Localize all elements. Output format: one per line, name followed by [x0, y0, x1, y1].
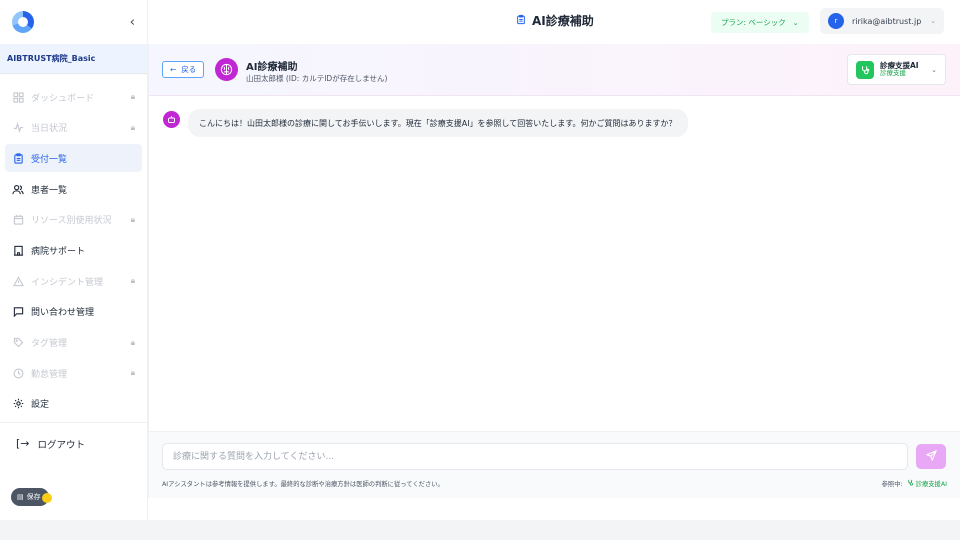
clipboard-icon [12, 152, 24, 164]
app-logo [12, 11, 34, 33]
assistant-message: こんにちは！山田太郎様の診療に関してお手伝いします。現在「診療支援AI」を参照し… [188, 109, 688, 137]
sidebar-item-label: 病院サポート [31, 246, 86, 257]
sidebar-item-label: 受付一覧 [31, 154, 68, 165]
chevron-down-icon: ⌄ [931, 65, 937, 74]
chevron-down-icon: ⌄ [930, 17, 936, 25]
lock-icon: 🔒︎ [130, 122, 135, 132]
bot-icon [163, 111, 180, 128]
logout-button[interactable]: [→ ログアウト [0, 431, 147, 457]
logo-row: ‹ [0, 0, 147, 44]
sidebar-item-label: タグ管理 [31, 339, 68, 349]
plan-label: プラン: ベーシック [721, 18, 786, 27]
avatar: r [828, 13, 844, 29]
chat-title: AI診療補助 [246, 62, 298, 73]
page-title: AI診療補助 [516, 12, 594, 29]
activity-icon [12, 122, 24, 134]
clock-icon [12, 367, 24, 379]
chevron-down-icon: ⌄ [792, 18, 799, 27]
sidebar-item-settings[interactable]: 設定 [5, 390, 142, 418]
lock-icon: 🔒︎ [130, 214, 135, 224]
composer: AIアシスタントは参考情報を提供します。最終的な診断や治療方針は医師の判断に従っ… [149, 431, 960, 498]
chevron-left-icon[interactable]: ‹ [130, 15, 135, 30]
sidebar-item-hospital-support[interactable]: 病院サポート [5, 236, 142, 264]
warning-icon [12, 275, 24, 287]
lock-icon: 🔒︎ [130, 92, 135, 101]
status-dot [42, 493, 52, 503]
message-icon [12, 306, 24, 318]
users-icon [12, 183, 24, 195]
tag-icon [12, 337, 24, 349]
sidebar-item-incident-management[interactable]: インシデント管理 🔒︎ [5, 267, 142, 295]
document-icon: ▤ [17, 493, 24, 501]
back-button[interactable]: ← 戻る [162, 61, 205, 78]
hospital-name: AIBTRUST病院_Basic [0, 44, 147, 74]
reference-name: 診療支援AI [915, 481, 947, 488]
clipboard-icon [516, 14, 526, 28]
chat-subtitle: 山田太郎様 (ID: カルテIDが存在しません) [246, 74, 388, 83]
model-text: 診療支援AI 診療支援 [880, 61, 919, 78]
sidebar-item-label: リソース別使用状況 [31, 216, 112, 227]
top-header: AI診療補助 プラン: ベーシック ⌄ r ririka@aibtrust.jp… [148, 0, 960, 44]
chat-header: ← 戻る AI診療補助 山田太郎様 (ID: カルテIDが存在しません) 診療支… [149, 44, 960, 96]
sidebar-item-tag-management[interactable]: タグ管理 🔒︎ [5, 329, 142, 357]
lock-icon: 🔒︎ [130, 368, 135, 378]
pending-label: 保存 [26, 493, 41, 501]
building-icon [12, 244, 24, 256]
calendar-icon [12, 214, 24, 226]
pending-badge[interactable]: ▤ 保存 [11, 488, 52, 506]
message-list: こんにちは！山田太郎様の診療に関してお手伝いします。現在「診療支援AI」を参照し… [149, 96, 960, 430]
sidebar-item-label: 当日状況 [31, 124, 68, 135]
user-email: ririka@aibtrust.jp [852, 16, 922, 26]
sidebar-item-attendance-management[interactable]: 勤怠管理 🔒︎ [5, 359, 142, 387]
sidebar-nav: ダッシュボード 🔒︎ 当日状況 🔒︎ 受付一覧 患者一覧 リソース別使用状況 🔒… [0, 74, 147, 418]
sidebar-item-resource-usage[interactable]: リソース別使用状況 🔒︎ [5, 206, 142, 234]
sidebar-item-reception-list[interactable]: 受付一覧 [5, 144, 142, 173]
sidebar-divider [0, 421, 147, 423]
sidebar-item-today-status[interactable]: 当日状況 🔒︎ [5, 114, 142, 142]
grid-icon [12, 91, 24, 103]
stethoscope-icon [907, 479, 914, 488]
sidebar-item-patient-list[interactable]: 患者一覧 [5, 175, 142, 203]
app-window: ‹ AIBTRUST病院_Basic ダッシュボード 🔒︎ 当日状況 🔒︎ 受付… [0, 0, 960, 520]
back-label: 戻る [181, 65, 197, 74]
sidebar-item-label: 患者一覧 [31, 185, 68, 196]
sidebar-item-label: 勤怠管理 [31, 369, 68, 380]
sidebar-item-inquiry-management[interactable]: 問い合わせ管理 [5, 298, 142, 326]
lock-icon: 🔒︎ [130, 337, 135, 347]
sidebar-item-label: ダッシュボード [31, 93, 95, 104]
logout-label: ログアウト [37, 439, 86, 451]
gear-icon [12, 398, 24, 410]
sidebar-item-label: 設定 [31, 400, 50, 411]
logout-icon: [→ [16, 437, 30, 451]
model-selector[interactable]: 診療支援AI 診療支援 ⌄ [847, 54, 946, 85]
model-tag: 診療支援 [880, 69, 906, 78]
sidebar-item-label: 問い合わせ管理 [31, 308, 95, 319]
send-icon [924, 449, 937, 464]
user-menu[interactable]: r ririka@aibtrust.jp ⌄ [820, 8, 944, 34]
page-title-text: AI診療補助 [532, 14, 594, 28]
send-button[interactable] [916, 444, 946, 469]
sidebar-item-label: インシデント管理 [31, 277, 104, 288]
stethoscope-icon [856, 60, 874, 79]
question-input[interactable] [162, 443, 908, 470]
lock-icon: 🔒︎ [130, 276, 135, 286]
disclaimer: AIアシスタントは参考情報を提供します。最終的な診断や治療方針は医師の判断に従っ… [162, 481, 444, 488]
sidebar-item-dashboard[interactable]: ダッシュボード 🔒︎ [5, 83, 142, 111]
reference-prefix: 参照中: [881, 481, 903, 488]
arrow-left-icon: ← [170, 65, 177, 74]
reference-indicator: 参照中: 診療支援AI [882, 479, 947, 488]
sidebar: ‹ AIBTRUST病院_Basic ダッシュボード 🔒︎ 当日状況 🔒︎ 受付… [0, 0, 148, 520]
chat-panel: ← 戻る AI診療補助 山田太郎様 (ID: カルテIDが存在しません) 診療支… [148, 44, 960, 498]
plan-dropdown[interactable]: プラン: ベーシック ⌄ [711, 12, 809, 33]
brain-icon [215, 58, 238, 81]
